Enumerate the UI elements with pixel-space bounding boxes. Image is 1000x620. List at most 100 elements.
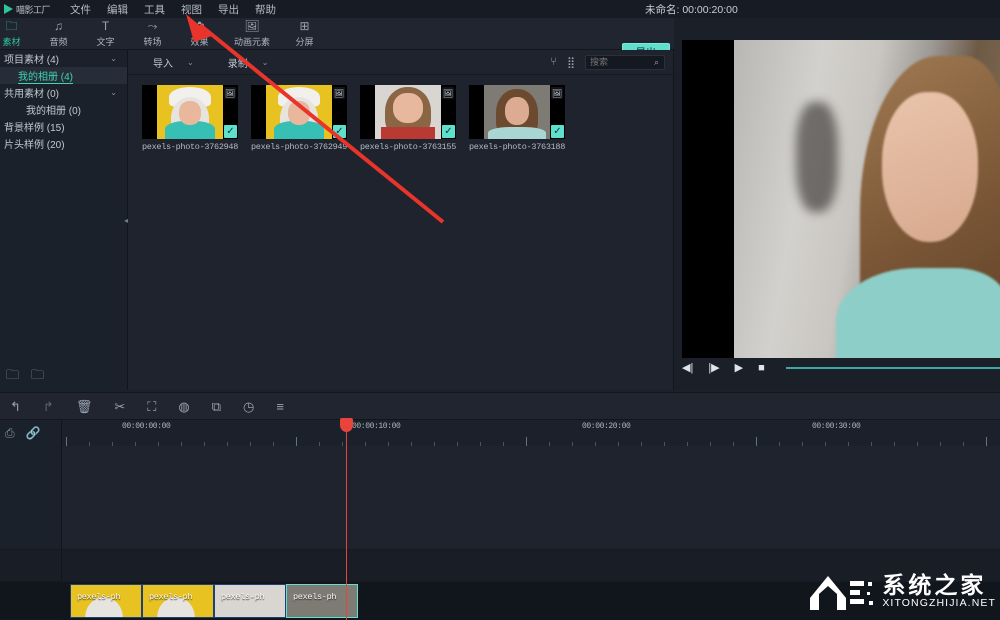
playhead-handle[interactable] (340, 418, 353, 432)
tab-split-screen-label: 分屏 (295, 37, 314, 47)
chevron-down-icon[interactable]: ⌄ (110, 54, 117, 63)
watermark-logo-icon (810, 576, 874, 610)
tree-item-background-samples[interactable]: 背景样例 (15) (0, 118, 127, 135)
menu-item-tools[interactable]: 工具 (144, 2, 165, 17)
image-icon: 🖼 (244, 19, 260, 33)
redo-icon[interactable]: ↱ (43, 400, 54, 413)
preview-stage[interactable] (682, 40, 1000, 358)
tree-item-my-album-project-label: 我的相册 (4) (18, 68, 73, 84)
split-icon[interactable]: ✂ (114, 400, 125, 413)
timeline-ruler[interactable]: 00:00:00:00 00:00:10:00 00:00:20:00 00:0… (62, 420, 1000, 446)
crop-icon[interactable]: ⛶ (147, 400, 156, 413)
tab-transition-label: 转场 (143, 37, 162, 47)
tree-item-shared-media[interactable]: 共用素材 (0) ⌄ (0, 84, 127, 101)
media-card-0[interactable]: 🖼 ✓ pexels-photo-3762948 (142, 85, 238, 152)
track-header-clips[interactable] (0, 582, 61, 620)
undo-icon[interactable]: ↰ (10, 400, 21, 413)
filter-icon[interactable]: ⑂ (550, 56, 557, 68)
folder-icon: 🗀 (5, 19, 18, 33)
menu-item-file[interactable]: 文件 (70, 2, 91, 17)
playhead-line (346, 420, 347, 620)
next-frame-button[interactable]: |▶ (708, 362, 719, 374)
ruler-label-1: 00:00:10:00 (352, 422, 401, 431)
media-thumbnail-3[interactable]: 🖼 ✓ (469, 85, 565, 139)
play-button[interactable]: ▶ (735, 362, 743, 374)
tree-item-my-album-project[interactable]: 我的相册 (4) (0, 67, 127, 84)
library-footer: 🗀 🗀 (0, 364, 128, 390)
mask-icon[interactable]: ⧉ (212, 400, 221, 413)
prev-frame-button[interactable]: ◀| (682, 362, 693, 374)
logo-triangle-icon (4, 4, 13, 14)
media-image-3 (484, 85, 550, 139)
timeline-clip-3[interactable]: pexels-ph (286, 584, 358, 618)
media-caption-0: pexels-photo-3762948 (142, 142, 239, 152)
media-card-3[interactable]: 🖼 ✓ pexels-photo-3763188 (469, 85, 565, 152)
media-caption-3: pexels-photo-3763188 (469, 142, 566, 152)
media-image-1 (266, 85, 332, 139)
tab-media[interactable]: 🗀 素材 (0, 19, 35, 48)
chevron-down-icon-2[interactable]: ⌄ (110, 88, 117, 97)
track-header-video[interactable] (0, 446, 61, 550)
playback-progress-bar[interactable] (785, 367, 1000, 369)
menu-item-export[interactable]: 导出 (218, 2, 239, 17)
link-icon[interactable]: 🔗 (26, 426, 41, 440)
tree-item-intro-samples-label: 片头样例 (20) (4, 140, 65, 151)
selected-check-icon-2[interactable]: ✓ (442, 125, 455, 138)
tree-item-project-media[interactable]: 项目素材 (4) ⌄ (0, 50, 127, 67)
media-thumbnail-2[interactable]: 🖼 ✓ (360, 85, 456, 139)
import-button[interactable]: 导入 ⌄ (153, 55, 194, 70)
search-box[interactable]: ⌕ (585, 54, 665, 70)
tab-audio[interactable]: ♫ 音频 (35, 19, 82, 48)
search-input[interactable] (590, 57, 654, 67)
watermark-en: XITONGZHIJIA.NET (882, 597, 996, 610)
video-track[interactable] (62, 446, 1000, 550)
media-caption-2: pexels-photo-3763155 (360, 142, 457, 152)
tree-item-shared-media-label: 共用素材 (0) (4, 89, 59, 100)
preview-panel: ◀| |▶ ▶ ■ (674, 18, 1000, 390)
preview-subject-body (836, 268, 1000, 358)
stop-button[interactable]: ■ (758, 362, 765, 374)
app-logo: 喵影工厂 (0, 0, 60, 18)
media-grid: 🖼 ✓ pexels-photo-3762948 🖼 ✓ pexels-phot… (128, 75, 673, 152)
menu-bar: 喵影工厂 文件 编辑 工具 视图 导出 帮助 未命名: 00:00:20:00 (0, 0, 1000, 18)
track-header-audio[interactable] (0, 550, 61, 582)
menu-item-edit[interactable]: 编辑 (107, 2, 128, 17)
media-card-2[interactable]: 🖼 ✓ pexels-photo-3763155 (360, 85, 456, 152)
tab-audio-label: 音频 (49, 37, 68, 47)
effects-icon: ✿ (194, 19, 205, 33)
tree-item-my-album-shared[interactable]: 我的相册 (0) (0, 101, 127, 118)
color-icon[interactable]: ◍ (178, 400, 189, 413)
record-button[interactable]: 录制 ⌄ (228, 55, 269, 70)
chevron-down-icon-record[interactable]: ⌄ (262, 58, 269, 67)
selected-check-icon-0[interactable]: ✓ (224, 125, 237, 138)
logo-text: 喵影工厂 (16, 4, 51, 15)
media-thumbnail-1[interactable]: 🖼 ✓ (251, 85, 347, 139)
menu-item-help[interactable]: 帮助 (255, 2, 276, 17)
new-folder-icon[interactable]: 🗀 (6, 366, 19, 388)
timeline-clip-0[interactable]: pexels-ph (70, 584, 142, 618)
media-card-1[interactable]: 🖼 ✓ pexels-photo-3762949 (251, 85, 347, 152)
tree-item-intro-samples[interactable]: 片头样例 (20) (0, 135, 127, 152)
media-thumbnail-0[interactable]: 🖼 ✓ (142, 85, 238, 139)
chevron-down-icon-import[interactable]: ⌄ (187, 58, 194, 67)
delete-folder-icon[interactable]: 🗀 (31, 366, 44, 388)
adjust-icon[interactable]: ≡ (276, 400, 284, 413)
timeline-clip-1[interactable]: pexels-ph (142, 584, 214, 618)
tab-media-label: 素材 (2, 37, 21, 47)
selected-check-icon-1[interactable]: ✓ (333, 125, 346, 138)
delete-icon[interactable]: 🗑 (76, 400, 93, 413)
tab-text[interactable]: T 文字 (82, 19, 129, 48)
media-image-0 (157, 85, 223, 139)
preview-frame-image (734, 40, 1000, 358)
tab-animation-elements[interactable]: 🖼 动画元素 (223, 19, 281, 48)
tab-effects[interactable]: ✿ 效果 (176, 19, 223, 48)
speed-icon[interactable]: ◷ (243, 400, 254, 413)
tab-transition[interactable]: ⤳ 转场 (129, 19, 176, 48)
selected-check-icon-3[interactable]: ✓ (551, 125, 564, 138)
menu-item-view[interactable]: 视图 (181, 2, 202, 17)
search-icon[interactable]: ⌕ (654, 57, 659, 68)
tab-split-screen[interactable]: ⊞ 分屏 (281, 19, 328, 48)
timeline-clip-2[interactable]: pexels-ph (214, 584, 286, 618)
grid-view-icon[interactable]: ⣿ (567, 56, 575, 69)
snapshot-icon[interactable]: ⎙ (5, 426, 15, 441)
